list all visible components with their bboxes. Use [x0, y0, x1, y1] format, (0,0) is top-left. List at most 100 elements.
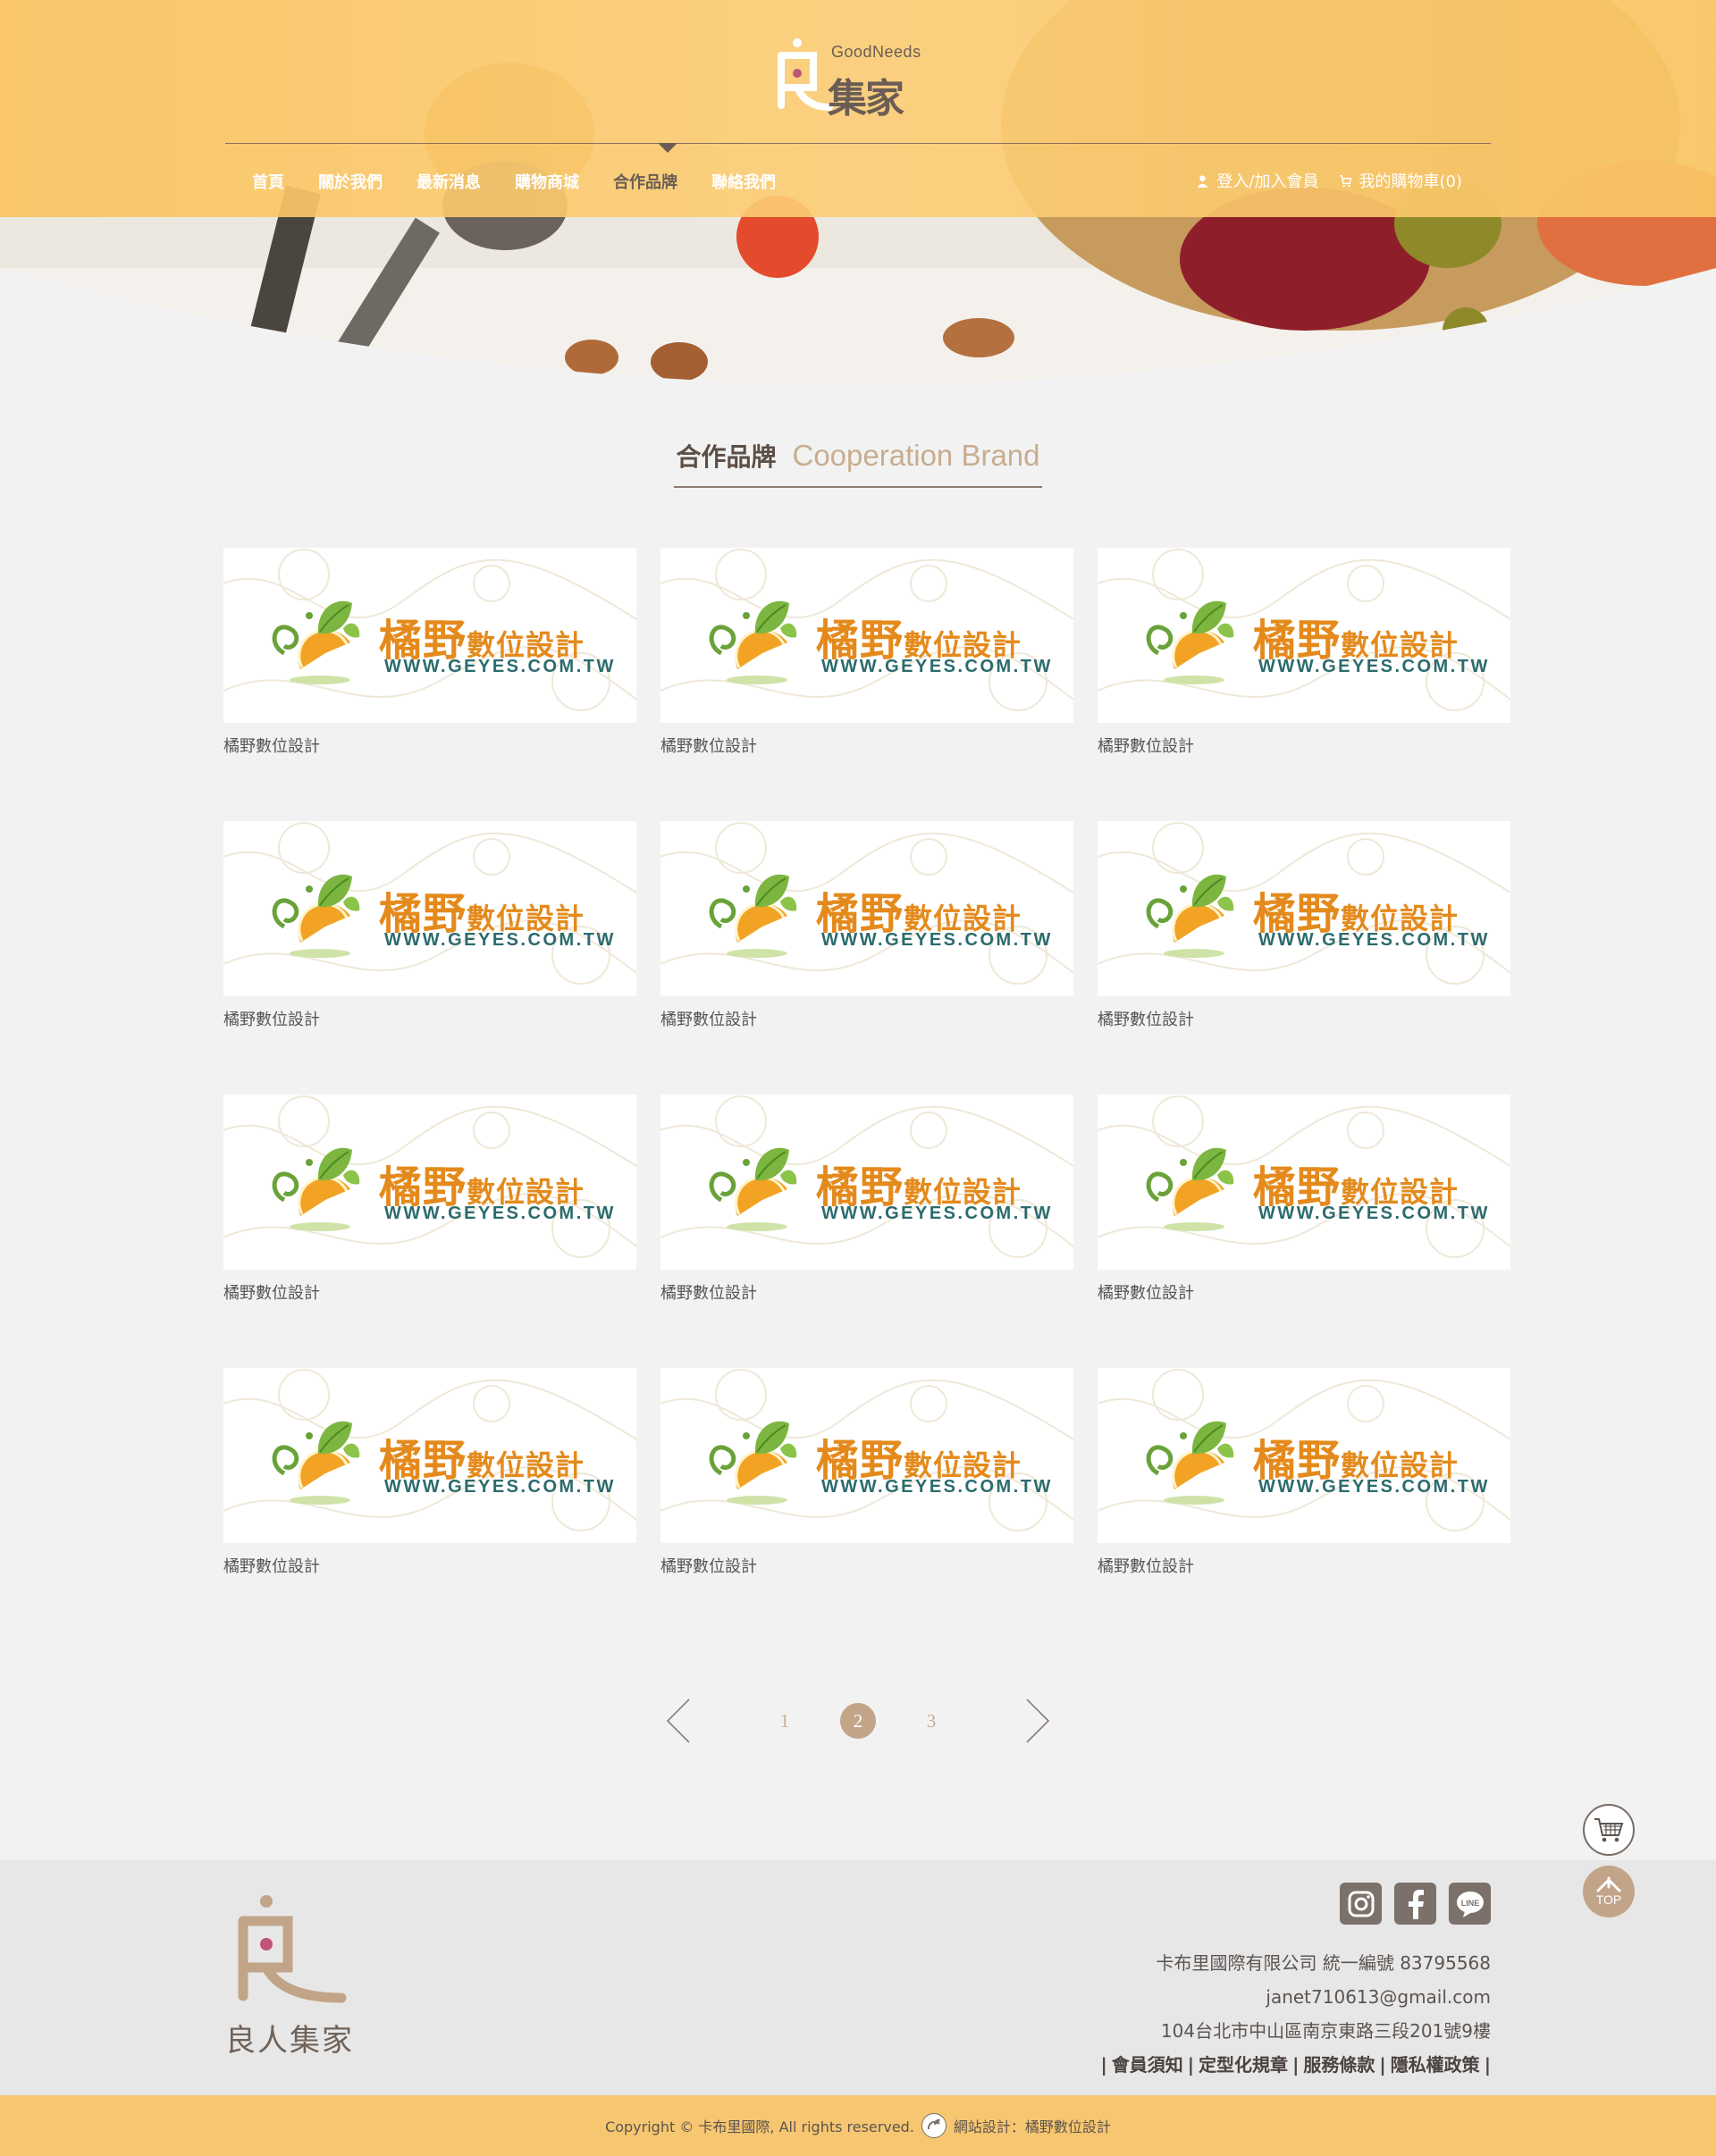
nav-news[interactable]: 最新消息 — [416, 170, 481, 193]
logo-mark-icon — [778, 38, 833, 111]
brand-logo-image[interactable]: 橘野數位設計 WWW.GEYES.COM.TW — [223, 1368, 636, 1543]
page-2-current[interactable]: 2 — [840, 1703, 876, 1739]
brand-caption[interactable]: 橘野數位設計 — [1098, 734, 1510, 757]
footer-link-service[interactable]: 服務條款 — [1299, 2054, 1379, 2076]
floating-cart-button[interactable] — [1583, 1804, 1635, 1856]
nav-divider — [225, 143, 1491, 144]
brand-caption[interactable]: 橘野數位設計 — [660, 734, 1073, 757]
brand-caption[interactable]: 橘野數位設計 — [1098, 1554, 1510, 1577]
user-links: 登入/加入會員 我的購物車(0) — [1196, 169, 1462, 192]
brand-logo-image[interactable]: 橘野數位設計 WWW.GEYES.COM.TW — [223, 821, 636, 996]
brand-logo-url: WWW.GEYES.COM.TW — [384, 1477, 616, 1497]
svg-text:LINE: LINE — [1460, 1899, 1479, 1908]
orange-leaf-logo-icon — [272, 874, 360, 958]
back-to-top-icon — [1596, 1876, 1621, 1892]
brand-card[interactable]: 橘野數位設計 WWW.GEYES.COM.TW 橘野數位設計 — [1098, 1368, 1510, 1641]
brand-caption[interactable]: 橘野數位設計 — [223, 1280, 636, 1304]
brand-card[interactable]: 橘野數位設計 WWW.GEYES.COM.TW 橘野數位設計 — [660, 1095, 1073, 1368]
orange-leaf-logo-icon — [709, 1147, 797, 1231]
back-to-top-button[interactable]: TOP — [1583, 1866, 1635, 1917]
footer-link-privacy[interactable]: 隱私權政策 — [1386, 2054, 1485, 2076]
brand-card[interactable]: 橘野數位設計 WWW.GEYES.COM.TW 橘野數位設計 — [1098, 821, 1510, 1095]
brand-logo-url: WWW.GEYES.COM.TW — [1258, 1204, 1490, 1223]
facebook-icon[interactable] — [1394, 1883, 1436, 1925]
brand-caption[interactable]: 橘野數位設計 — [223, 1554, 636, 1577]
brand-card[interactable]: 橘野數位設計 WWW.GEYES.COM.TW 橘野數位設計 — [660, 548, 1073, 821]
footer: 良人集家 LINE 卡布里國際有限公司 統一編號 83795568 janet7… — [0, 1860, 1716, 2095]
instagram-icon[interactable] — [1340, 1883, 1382, 1925]
brand-card[interactable]: 橘野數位設計 WWW.GEYES.COM.TW 橘野數位設計 — [1098, 548, 1510, 821]
brand-logo-url: WWW.GEYES.COM.TW — [821, 657, 1053, 676]
brand-logo-image[interactable]: 橘野數位設計 WWW.GEYES.COM.TW — [660, 1368, 1073, 1543]
brand-logo-image[interactable]: 橘野數位設計 WWW.GEYES.COM.TW — [660, 1095, 1073, 1270]
footer-link-terms[interactable]: 定型化規章 — [1194, 2054, 1292, 2076]
next-page-arrow-icon[interactable] — [1018, 1696, 1054, 1746]
pagination: 1 2 3 — [0, 1696, 1716, 1746]
brand-card[interactable]: 橘野數位設計 WWW.GEYES.COM.TW 橘野數位設計 — [223, 1368, 636, 1641]
back-to-top-label: TOP — [1595, 1892, 1622, 1907]
brand-logo-image[interactable]: 橘野數位設計 WWW.GEYES.COM.TW — [660, 821, 1073, 996]
brand-caption[interactable]: 橘野數位設計 — [223, 1007, 636, 1030]
brand-card[interactable]: 橘野數位設計 WWW.GEYES.COM.TW 橘野數位設計 — [1098, 1095, 1510, 1368]
orange-leaf-logo-icon — [272, 1147, 360, 1231]
brand-logo-url: WWW.GEYES.COM.TW — [821, 1204, 1053, 1223]
brand-caption[interactable]: 橘野數位設計 — [660, 1280, 1073, 1304]
cart-icon — [1339, 174, 1352, 187]
brand-logo-image[interactable]: 橘野數位設計 WWW.GEYES.COM.TW — [1098, 821, 1510, 996]
cart-link[interactable]: 我的購物車(0) — [1339, 169, 1463, 192]
orange-leaf-logo-icon — [1146, 1147, 1234, 1231]
brand-logo-url: WWW.GEYES.COM.TW — [821, 930, 1053, 950]
brand-card[interactable]: 橘野數位設計 WWW.GEYES.COM.TW 橘野數位設計 — [223, 821, 636, 1095]
brand-logo-image[interactable]: 橘野數位設計 WWW.GEYES.COM.TW — [1098, 548, 1510, 723]
logo-english-text: GoodNeeds — [831, 43, 921, 61]
orange-leaf-logo-icon — [709, 600, 797, 684]
brand-logo-image[interactable]: 橘野數位設計 WWW.GEYES.COM.TW — [660, 548, 1073, 723]
page-title-wrap: 合作品牌 Cooperation Brand — [674, 438, 1042, 488]
line-icon[interactable]: LINE — [1449, 1883, 1491, 1925]
brand-logo-image[interactable]: 橘野數位設計 WWW.GEYES.COM.TW — [1098, 1368, 1510, 1543]
hero-banner: GoodNeeds 集家 首頁 關於我們 最新消息 購物商城 合作品牌 聯絡我們… — [0, 0, 1716, 398]
site-logo[interactable]: GoodNeeds 集家 — [770, 34, 921, 122]
brand-logo-image[interactable]: 橘野數位設計 WWW.GEYES.COM.TW — [223, 1095, 636, 1270]
orange-leaf-logo-icon — [1146, 600, 1234, 684]
brand-logo-image[interactable]: 橘野數位設計 WWW.GEYES.COM.TW — [223, 548, 636, 723]
brand-caption[interactable]: 橘野數位設計 — [223, 734, 636, 757]
nav-contact[interactable]: 聯絡我們 — [711, 170, 776, 193]
footer-info: 卡布里國際有限公司 統一編號 83795568 janet710613@gmai… — [1100, 1946, 1491, 2082]
prev-page-arrow-icon[interactable] — [662, 1696, 698, 1746]
nav-brands[interactable]: 合作品牌 — [613, 170, 677, 193]
brand-card[interactable]: 橘野數位設計 WWW.GEYES.COM.TW 橘野數位設計 — [223, 548, 636, 821]
orange-leaf-logo-icon — [1146, 874, 1234, 958]
brand-logo-image[interactable]: 橘野數位設計 WWW.GEYES.COM.TW — [1098, 1095, 1510, 1270]
company-info: 卡布里國際有限公司 統一編號 83795568 — [1156, 1952, 1491, 1974]
orange-leaf-logo-icon — [1146, 1421, 1234, 1505]
footer-link-member[interactable]: 會員須知 — [1107, 2054, 1188, 2076]
user-icon — [1197, 174, 1209, 188]
nav-shop[interactable]: 購物商城 — [515, 170, 579, 193]
brand-card[interactable]: 橘野數位設計 WWW.GEYES.COM.TW 橘野數位設計 — [660, 1368, 1073, 1641]
orange-leaf-logo-icon — [709, 874, 797, 958]
brand-caption[interactable]: 橘野數位設計 — [660, 1007, 1073, 1030]
brand-card[interactable]: 橘野數位設計 WWW.GEYES.COM.TW 橘野數位設計 — [223, 1095, 636, 1368]
brand-card[interactable]: 橘野數位設計 WWW.GEYES.COM.TW 橘野數位設計 — [660, 821, 1073, 1095]
contact-email[interactable]: janet710613@gmail.com — [1100, 1980, 1491, 2014]
brand-caption[interactable]: 橘野數位設計 — [1098, 1007, 1510, 1030]
orange-leaf-logo-icon — [272, 600, 360, 684]
design-credit[interactable]: 網站設計：橘野數位設計 — [954, 2115, 1111, 2136]
brand-logo-url: WWW.GEYES.COM.TW — [1258, 657, 1490, 676]
page-3[interactable]: 3 — [913, 1703, 949, 1739]
orange-leaf-logo-icon — [272, 1421, 360, 1505]
cart-label: 我的購物車(0) — [1358, 172, 1463, 191]
brand-caption[interactable]: 橘野數位設計 — [1098, 1280, 1510, 1304]
copyright-text: Copyright © 卡布里國際, All rights reserved. — [605, 2118, 914, 2135]
nav-about[interactable]: 關於我們 — [318, 170, 383, 193]
nav-home[interactable]: 首頁 — [252, 170, 284, 193]
brand-logo-url: WWW.GEYES.COM.TW — [1258, 930, 1490, 950]
brand-caption[interactable]: 橘野數位設計 — [660, 1554, 1073, 1577]
login-link[interactable]: 登入/加入會員 — [1196, 169, 1319, 192]
page-title-zh: 合作品牌 — [676, 442, 777, 472]
brand-grid: 橘野數位設計 WWW.GEYES.COM.TW 橘野數位設計 橘野數位設計 WW… — [223, 548, 1512, 1641]
footer-logo[interactable]: 良人集家 — [223, 1891, 358, 2060]
page-1[interactable]: 1 — [767, 1703, 803, 1739]
designer-logo-icon — [921, 2113, 946, 2138]
